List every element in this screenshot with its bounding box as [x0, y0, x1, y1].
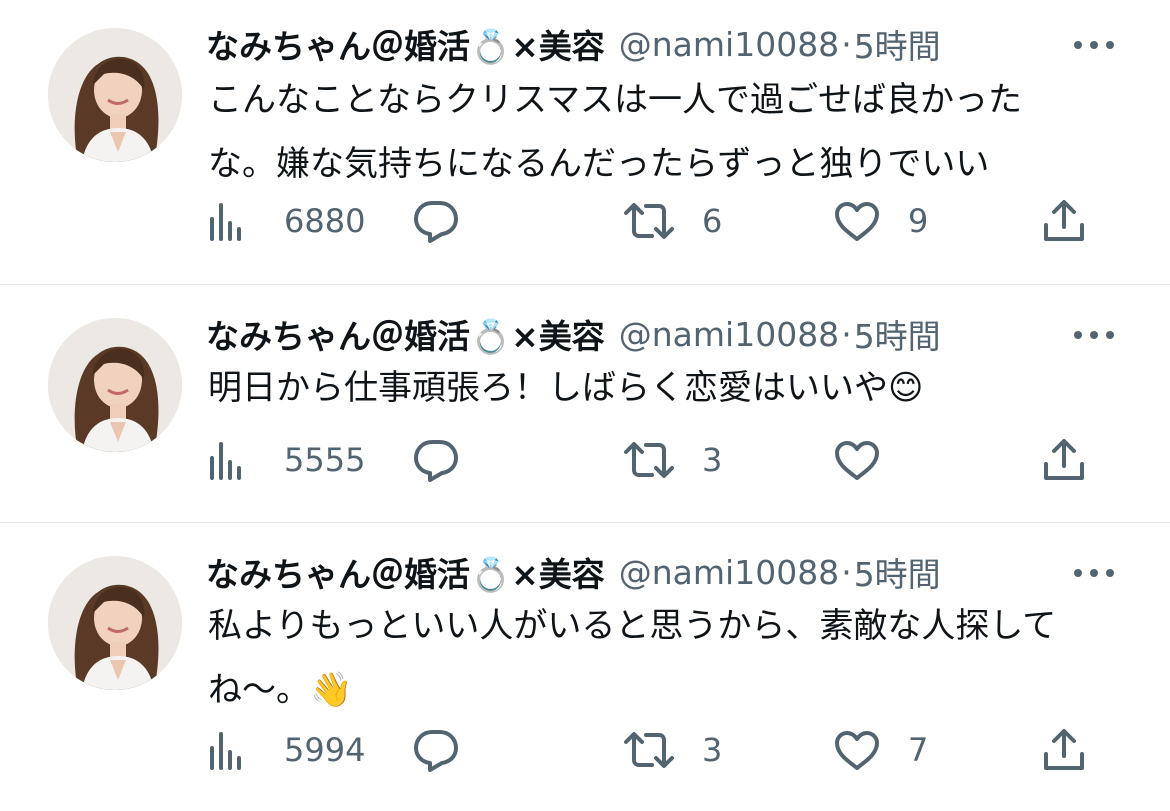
- more-icon[interactable]: [1072, 35, 1116, 55]
- timestamp[interactable]: 5時間: [854, 20, 941, 68]
- share-icon: [1044, 729, 1084, 770]
- share-button[interactable]: [1042, 191, 1086, 251]
- ring-emoji: 💍: [470, 317, 512, 356]
- like-count: 7: [908, 731, 929, 769]
- ring-emoji: 💍: [470, 27, 512, 66]
- name-text: なみちゃん＠婚活: [206, 317, 470, 356]
- views-count: 5994: [284, 731, 366, 769]
- tweet-divider: [0, 522, 1170, 523]
- timestamp[interactable]: 5時間: [854, 548, 941, 596]
- name-text: なみちゃん＠婚活: [206, 27, 470, 66]
- like-button[interactable]: 9: [834, 191, 928, 251]
- name-text-suffix: ×美容: [511, 317, 605, 356]
- tweet[interactable]: なみちゃん＠婚活💍×美容 @nami10088 · 5時間 私よりもっといい人が…: [0, 528, 1170, 772]
- tweet-header: なみちゃん＠婚活💍×美容 @nami10088 · 5時間: [206, 310, 941, 358]
- action-bar: 5994 3 7: [206, 720, 1106, 780]
- tweet-text-line: ね〜。👋: [208, 670, 353, 710]
- reply-button[interactable]: [412, 720, 486, 780]
- tweet-text-line: 明日から仕事頑張ろ！しばらく恋愛はいいや😊: [208, 368, 924, 408]
- tweet-text-line: な。嫌な気持ちになるんだったらずっと独りでいい: [208, 144, 990, 184]
- retweet-button[interactable]: 3: [622, 430, 722, 490]
- like-button[interactable]: [834, 430, 908, 490]
- retweet-count: 3: [702, 441, 723, 479]
- share-button[interactable]: [1042, 430, 1086, 490]
- reply-icon: [414, 730, 458, 772]
- name-text-suffix: ×美容: [511, 27, 605, 66]
- display-name[interactable]: なみちゃん＠婚活💍×美容: [206, 20, 605, 68]
- views-icon: [210, 442, 241, 480]
- retweet-icon: [624, 203, 674, 239]
- views-icon: [210, 732, 241, 770]
- retweet-icon: [624, 442, 674, 478]
- avatar[interactable]: [48, 556, 182, 690]
- tweet-divider: [0, 284, 1170, 285]
- name-text-suffix: ×美容: [511, 555, 605, 594]
- user-handle[interactable]: @nami10088: [619, 315, 839, 354]
- share-icon: [1044, 439, 1084, 480]
- name-text: なみちゃん＠婚活: [206, 555, 470, 594]
- heart-icon: [835, 731, 879, 770]
- retweet-icon: [624, 732, 674, 768]
- tweet-header: なみちゃん＠婚活💍×美容 @nami10088 · 5時間: [206, 548, 941, 596]
- timestamp[interactable]: 5時間: [854, 310, 941, 358]
- reply-icon: [414, 440, 458, 482]
- views-icon: [210, 203, 241, 241]
- tweet-text-line: こんなことならクリスマスは一人で過ごせば良かった: [208, 80, 1022, 120]
- profile-photo: [48, 318, 182, 452]
- reply-icon: [414, 201, 458, 243]
- tweet[interactable]: なみちゃん＠婚活💍×美容 @nami10088 · 5時間 明日から仕事頑張ろ！…: [0, 290, 1170, 530]
- user-handle[interactable]: @nami10088: [619, 25, 839, 64]
- views-button[interactable]: 5994: [206, 720, 365, 780]
- views-count: 5555: [284, 441, 366, 479]
- retweet-button[interactable]: 6: [622, 191, 722, 251]
- tweet-text: 明日から仕事頑張ろ！しばらく恋愛はいいや😊: [208, 356, 1108, 420]
- tweet[interactable]: なみちゃん＠婚活💍×美容 @nami10088 · 5時間 こんなことならクリス…: [0, 0, 1170, 243]
- display-name[interactable]: なみちゃん＠婚活💍×美容: [206, 310, 605, 358]
- tweet-header: なみちゃん＠婚活💍×美容 @nami10088 · 5時間: [206, 20, 941, 68]
- views-button[interactable]: 6880: [206, 191, 365, 251]
- tweet-text-line: 私よりもっといい人がいると思うから、素敵な人探して: [208, 606, 1057, 646]
- like-count: 9: [908, 202, 929, 240]
- action-bar: 5555 3: [206, 430, 1106, 490]
- more-icon[interactable]: [1072, 325, 1116, 345]
- reply-button[interactable]: [412, 430, 486, 490]
- separator-dot: ·: [841, 24, 852, 64]
- heart-icon: [835, 441, 879, 480]
- avatar[interactable]: [48, 28, 182, 162]
- tweet-text: 私よりもっといい人がいると思うから、素敵な人探して ね〜。👋: [208, 594, 1108, 722]
- avatar[interactable]: [48, 318, 182, 452]
- tweet-text: こんなことならクリスマスは一人で過ごせば良かった な。嫌な気持ちになるんだったら…: [208, 68, 1108, 196]
- profile-photo: [48, 28, 182, 162]
- like-button[interactable]: 7: [834, 720, 928, 780]
- display-name[interactable]: なみちゃん＠婚活💍×美容: [206, 548, 605, 596]
- separator-dot: ·: [841, 314, 852, 354]
- action-bar: 6880 6 9: [206, 191, 1106, 251]
- heart-icon: [835, 202, 879, 241]
- retweet-count: 3: [702, 731, 723, 769]
- profile-photo: [48, 556, 182, 690]
- more-icon[interactable]: [1072, 563, 1116, 583]
- views-count: 6880: [284, 202, 366, 240]
- retweet-count: 6: [702, 202, 723, 240]
- views-button[interactable]: 5555: [206, 430, 365, 490]
- ring-emoji: 💍: [470, 555, 512, 594]
- share-button[interactable]: [1042, 720, 1086, 780]
- separator-dot: ·: [841, 552, 852, 592]
- retweet-button[interactable]: 3: [622, 720, 722, 780]
- share-icon: [1044, 200, 1084, 241]
- user-handle[interactable]: @nami10088: [619, 553, 839, 592]
- reply-button[interactable]: [412, 191, 486, 251]
